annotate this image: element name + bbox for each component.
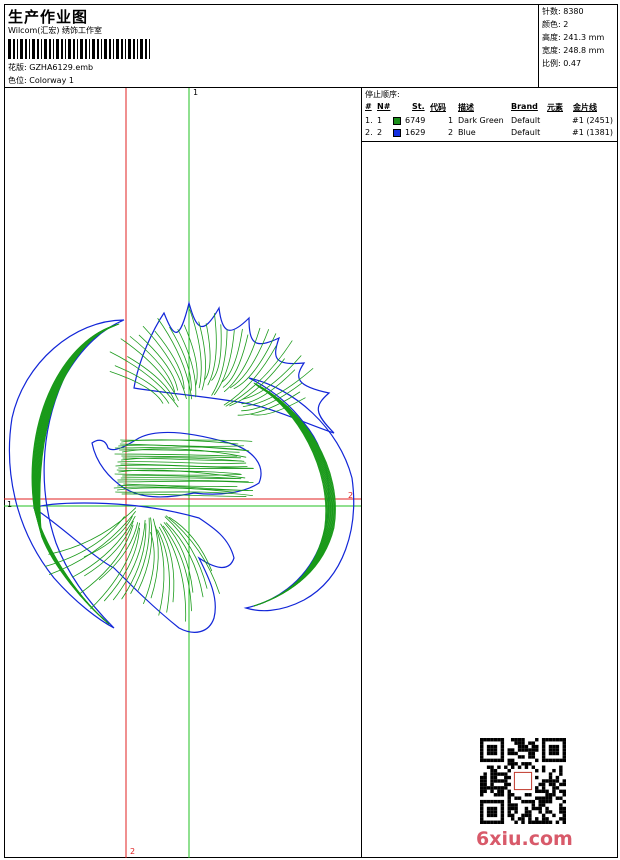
row-description: Dark Green: [458, 116, 504, 125]
phoenix-design: [8, 300, 355, 633]
studio-name: Wilcom(汇宏) 绣饰工作室: [8, 26, 103, 35]
right-crescent-outline: [243, 377, 355, 612]
design-canvas: 1 1 2 2: [4, 88, 362, 858]
color-swatch-green: [393, 117, 401, 125]
row-number: 1: [377, 116, 383, 125]
page-title: 生产作业图: [8, 8, 89, 26]
row-description: Blue: [458, 128, 476, 137]
lower-wing-outline: [32, 502, 235, 633]
row-code: 2: [448, 128, 454, 137]
col-stitches: St.: [412, 102, 425, 111]
colorway-value: Colorway 1: [29, 76, 74, 85]
header: 生产作业图 Wilcom(汇宏) 绣饰工作室 花版: GZHA6129.emb …: [4, 4, 618, 88]
head-outline: [91, 431, 262, 498]
design-label: 花版:: [8, 63, 27, 72]
design-file: GZHA6129.emb: [29, 63, 94, 72]
stop-sequence-title: 停止顺序:: [365, 90, 400, 99]
row-stitches: 6749: [405, 116, 426, 125]
col-sequin: 金片线: [573, 103, 597, 112]
design-scale: 比例: 0.47: [542, 59, 582, 68]
row-sequin: #1 (2451): [572, 116, 613, 125]
color-swatch-blue: [393, 129, 401, 137]
design-width: 宽度: 248.8 mm: [542, 46, 605, 55]
col-code: 代码: [430, 103, 446, 112]
col-number: N#: [377, 102, 391, 111]
row-number: 2: [377, 128, 383, 137]
row-index: 1.: [365, 116, 373, 125]
barcode: [8, 39, 150, 59]
watermark-logo: 6xiu.com: [476, 828, 573, 850]
guide-label-green-left: 1: [7, 500, 13, 509]
col-brand: Brand: [511, 102, 538, 111]
guide-label-green-top: 1: [193, 88, 199, 97]
upper-fan-outline: [133, 300, 335, 434]
stop-sequence-panel: 停止顺序: # N# St. 代码 描述 Brand 元素 金片线 1. 1 6…: [362, 88, 618, 142]
stats-panel: 针数: 8380 颜色: 2 高度: 241.3 mm 宽度: 248.8 mm…: [538, 4, 618, 88]
color-count: 颜色: 2: [542, 20, 569, 29]
design-line: 花版: GZHA6129.emb: [8, 62, 93, 73]
stitch-count: 针数: 8380: [542, 7, 584, 16]
row-code: 1: [448, 116, 454, 125]
col-element: 元素: [547, 103, 563, 112]
colorway-label: 色位:: [8, 76, 27, 85]
guide-label-red-right: 2: [348, 491, 354, 500]
design-height: 高度: 241.3 mm: [542, 33, 605, 42]
col-description: 描述: [458, 103, 474, 112]
embroidery-preview: [4, 88, 361, 858]
guide-label-red-bottom: 2: [130, 847, 136, 856]
col-index: #: [365, 102, 372, 111]
row-sequin: #1 (1381): [572, 128, 613, 137]
row-stitches: 1629: [405, 128, 426, 137]
row-brand: Default: [511, 128, 541, 137]
qr-code: [480, 738, 566, 824]
row-brand: Default: [511, 116, 541, 125]
row-index: 2.: [365, 128, 373, 137]
colorway-line: 色位: Colorway 1: [8, 75, 74, 86]
